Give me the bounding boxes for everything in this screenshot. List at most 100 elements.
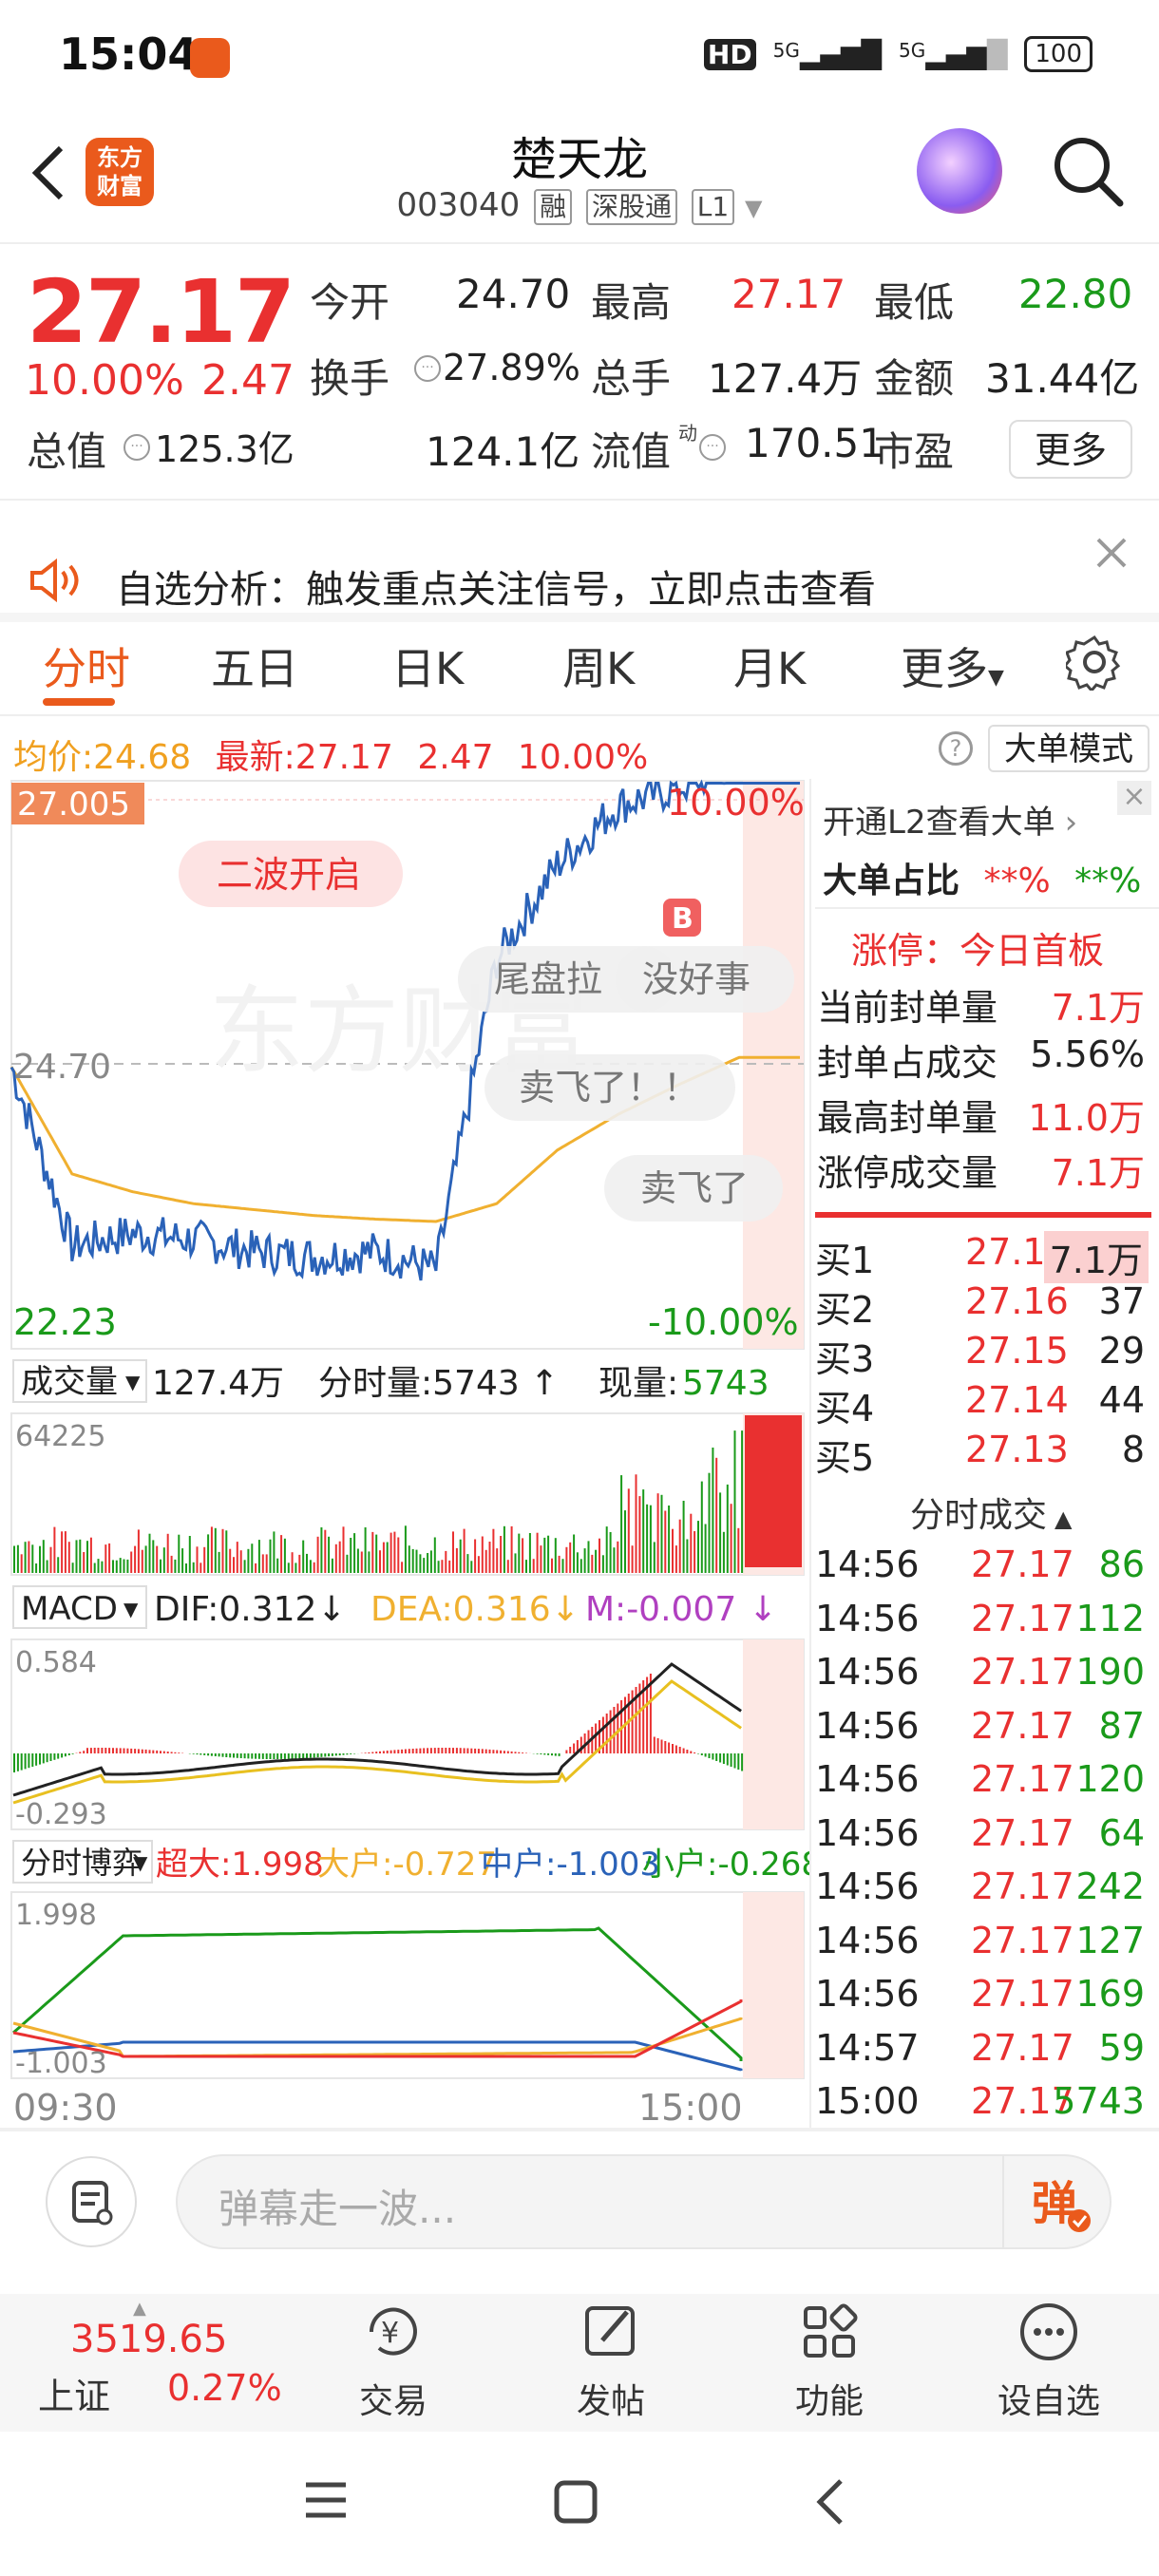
close-icon[interactable]: ×: [1117, 781, 1151, 815]
nav-add-watchlist[interactable]: 设自选: [973, 2299, 1125, 2423]
volume-bar: [660, 1494, 663, 1573]
volume-bar: [64, 1531, 66, 1573]
chart-info-line: 均价:24.68 最新:27.17 2.47 10.00%: [13, 738, 649, 777]
bid-row[interactable]: 买5 27.13 8: [815, 1429, 1152, 1482]
signal-icon-1: 5G▂▄▆█: [772, 38, 882, 70]
info-icon[interactable]: ···: [414, 355, 441, 382]
volume-bar: [178, 1534, 180, 1573]
macd-bar: [71, 1753, 74, 1754]
help-icon[interactable]: ?: [939, 731, 973, 766]
close-icon[interactable]: [1092, 534, 1130, 576]
l2-banner[interactable]: 开通L2查看大单 ›: [823, 796, 1077, 843]
macd-bar: [719, 1753, 722, 1763]
quote-label: 换手: [310, 355, 390, 402]
tab-five-day[interactable]: 五日: [211, 635, 298, 697]
flow-chart-frame: [10, 1891, 805, 2079]
search-icon[interactable]: [1050, 133, 1126, 209]
tab-intraday[interactable]: 分时: [43, 635, 130, 697]
volume-bar: [196, 1546, 199, 1573]
flow-bottom-label: -1.003: [15, 2047, 107, 2080]
menu-icon[interactable]: [302, 2479, 350, 2525]
volume-bar: [309, 1560, 312, 1573]
macd-auction-shade: [743, 1639, 804, 1829]
macd-bar: [57, 1753, 60, 1759]
nav-functions[interactable]: 功能: [753, 2299, 905, 2423]
macd-bar: [437, 1748, 440, 1753]
volume-bar: [57, 1557, 60, 1573]
volume-bar: [152, 1540, 155, 1573]
macd-bar: [390, 1750, 392, 1753]
home-icon[interactable]: [553, 2479, 598, 2529]
macd-bar: [704, 1753, 707, 1757]
volume-bar: [704, 1524, 707, 1573]
macd-bar: [174, 1752, 177, 1753]
bid-row[interactable]: 买1 27.17 7.1万: [815, 1231, 1152, 1284]
macd-bar: [551, 1753, 553, 1756]
macd-bar: [700, 1753, 703, 1755]
index-widget[interactable]: ▲ 3519.65 上证 0.27%: [38, 2299, 285, 2418]
nav-post[interactable]: 发帖: [535, 2299, 687, 2423]
more-button[interactable]: 更多: [1009, 420, 1132, 479]
volume-bar: [503, 1525, 505, 1573]
trades-title[interactable]: 分时成交 ▲: [910, 1487, 1072, 1537]
volume-bar: [583, 1548, 586, 1573]
settings-icon[interactable]: [1062, 634, 1123, 694]
nav-trade[interactable]: ¥ 交易: [317, 2299, 469, 2423]
signal-icon-2: 5G▂▄▆█: [898, 38, 1008, 70]
macd-bar: [423, 1748, 426, 1753]
volume-bar: [463, 1528, 466, 1573]
tab-monthly-k[interactable]: 月K: [733, 635, 806, 697]
macd-bar: [697, 1753, 699, 1754]
tag-level[interactable]: L1: [691, 189, 735, 225]
macd-bar: [320, 1753, 323, 1757]
volume-bar: [356, 1548, 359, 1573]
info-icon[interactable]: ···: [124, 434, 150, 461]
info-icon[interactable]: ···: [699, 434, 726, 461]
quote-value: 27.17: [732, 271, 846, 317]
danmaku-settings-icon[interactable]: [46, 2156, 137, 2247]
macd-bar: [500, 1750, 503, 1753]
bid-row[interactable]: 买2 27.16 37: [815, 1280, 1152, 1334]
volume-bar: [255, 1563, 257, 1573]
charts-area[interactable]: 东方财富 27.005 10.00% 24.70 22.23 -10.00% 二…: [0, 779, 809, 2128]
bid-row[interactable]: 买3 27.15 29: [815, 1330, 1152, 1383]
back-nav-icon[interactable]: [812, 2477, 846, 2530]
triangle-down-icon: ▼: [133, 1851, 148, 1874]
volume-bar: [522, 1538, 524, 1573]
volume-bar: [137, 1529, 140, 1573]
tab-weekly-k[interactable]: 周K: [562, 635, 635, 697]
macd-bar: [543, 1753, 546, 1755]
volume-bar: [649, 1505, 652, 1573]
minute-volume: 分时量:5743: [318, 1364, 520, 1403]
volume-bar: [328, 1536, 331, 1573]
macd-bar: [141, 1749, 143, 1753]
macd-bar: [160, 1751, 162, 1753]
big-ratio-row: 大单占比 **% **%: [823, 862, 1142, 900]
volume-bar: [375, 1534, 378, 1573]
chevron-down-icon[interactable]: ▼: [745, 195, 762, 221]
arrow-down-icon: ↓: [749, 1590, 777, 1629]
notice-text[interactable]: 自选分析：触发重点关注信号，立即点击查看: [116, 559, 876, 614]
volume-bar: [561, 1559, 564, 1573]
big-order-mode-button[interactable]: 大单模式: [988, 725, 1150, 772]
macd-bar: [371, 1752, 374, 1753]
volume-bar: [514, 1553, 517, 1573]
macd-bar: [656, 1738, 659, 1753]
macd-bar: [255, 1753, 257, 1759]
volume-bar: [170, 1555, 173, 1573]
volume-bar: [181, 1548, 184, 1573]
tab-more[interactable]: 更多▼: [901, 635, 1004, 697]
quote-value: 27.89%: [443, 347, 580, 388]
bid-row[interactable]: 买4 27.14 44: [815, 1379, 1152, 1432]
triangle-up-icon: ▲: [1054, 1506, 1073, 1532]
macd-bar: [408, 1749, 410, 1753]
volume-bar: [371, 1531, 374, 1573]
assistant-avatar[interactable]: [917, 128, 1002, 214]
quote-value: 24.70: [456, 271, 571, 317]
tab-daily-k[interactable]: 日K: [391, 635, 464, 697]
danmaku-toggle-icon[interactable]: 弹: [1026, 2169, 1094, 2238]
macd-bar: [653, 1736, 656, 1753]
macd-bar: [375, 1752, 378, 1753]
battery-icon: 100: [1024, 36, 1092, 72]
macd-bar: [31, 1753, 34, 1767]
